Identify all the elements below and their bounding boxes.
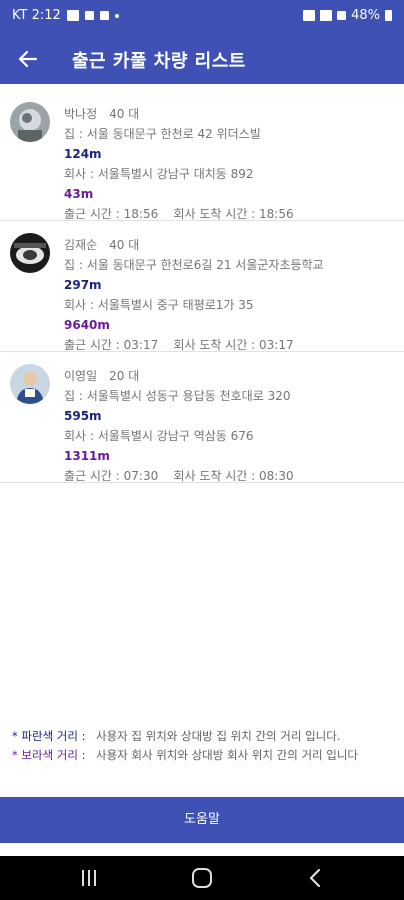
carpool-item[interactable]: 김재순 40 대 집 : 서울 동대문구 한천로6길 21 서울군자초등학교 29… — [0, 221, 404, 352]
more-notifications-icon — [114, 13, 119, 18]
carrier-time: KT 2:12 — [12, 8, 61, 23]
legend-purple: * 보라색 거리 : 사용자 회사 위치와 상대방 회사 위치 간의 거리 입니… — [12, 747, 397, 764]
home-address: 집 : 서울특별시 성동구 용답동 천호대로 320 — [64, 389, 291, 403]
legend-purple-desc: 사용자 회사 위치와 상대방 회사 위치 간의 거리 입니다 — [96, 748, 359, 762]
navigation-bar — [0, 856, 404, 900]
status-bar: KT 2:12 48% — [0, 0, 404, 34]
user-name: 이영일 — [64, 369, 98, 383]
legend-blue-desc: 사용자 집 위치와 상대방 집 위치 간의 거리 입니다. — [96, 729, 341, 743]
battery-level: 48% — [351, 8, 380, 23]
home-address: 집 : 서울 동대문구 한천로6길 21 서울군자초등학교 — [64, 258, 324, 272]
battery-icon — [385, 10, 392, 21]
call-icon — [99, 11, 109, 20]
gallery-icon — [66, 10, 79, 21]
page-title: 출근 카풀 차량 리스트 — [72, 51, 246, 72]
back-icon[interactable] — [308, 867, 322, 889]
home-icon[interactable] — [192, 868, 212, 888]
user-name: 김재순 — [64, 238, 98, 252]
alarm-icon — [303, 10, 316, 21]
user-age: 40 대 — [109, 238, 140, 252]
wifi-icon — [320, 10, 333, 21]
office-distance: 43m — [64, 187, 94, 201]
office-address: 회사 : 서울특별시 중구 태평로1가 35 — [64, 298, 254, 312]
office-distance: 9640m — [64, 318, 110, 332]
office-address: 회사 : 서울특별시 강남구 대치동 892 — [64, 167, 254, 181]
home-address: 집 : 서울 동대문구 한천로 42 위더스빌 — [64, 127, 261, 141]
user-age: 40 대 — [109, 107, 140, 121]
avatar — [10, 364, 50, 404]
arrow-left-icon — [18, 50, 38, 68]
legend-blue-key: * 파란색 거리 : — [12, 729, 86, 743]
app-bar: 출근 카풀 차량 리스트 — [0, 34, 404, 84]
carpool-item[interactable]: 이영일 20 대 집 : 서울특별시 성동구 용답동 천호대로 320 595m … — [0, 352, 404, 483]
user-name: 박나정 — [64, 107, 98, 121]
avatar — [10, 102, 50, 142]
carpool-list: 박나정 40 대 집 : 서울 동대문구 한천로 42 위더스빌 124m 회사 … — [0, 90, 404, 483]
commute-times: 출근 시간 : 07:30 회사 도착 시간 : 08:30 — [64, 469, 294, 483]
avatar — [10, 233, 50, 273]
home-distance: 595m — [64, 409, 102, 423]
distance-legend: * 파란색 거리 : 사용자 집 위치와 상대방 집 위치 간의 거리 입니다.… — [12, 728, 397, 766]
carpool-item[interactable]: 박나정 40 대 집 : 서울 동대문구 한천로 42 위더스빌 124m 회사 … — [0, 90, 404, 221]
home-distance: 124m — [64, 147, 102, 161]
office-address: 회사 : 서울특별시 강남구 역삼동 676 — [64, 429, 254, 443]
signal-icon — [337, 11, 347, 20]
back-button[interactable] — [14, 45, 42, 73]
user-age: 20 대 — [109, 369, 140, 383]
help-button[interactable]: 도움말 — [0, 797, 404, 843]
home-distance: 297m — [64, 278, 102, 292]
recent-apps-icon[interactable] — [80, 870, 98, 886]
legend-purple-key: * 보라색 거리 : — [12, 748, 86, 762]
notification-icon — [84, 11, 94, 20]
legend-blue: * 파란색 거리 : 사용자 집 위치와 상대방 집 위치 간의 거리 입니다. — [12, 728, 397, 745]
office-distance: 1311m — [64, 449, 110, 463]
